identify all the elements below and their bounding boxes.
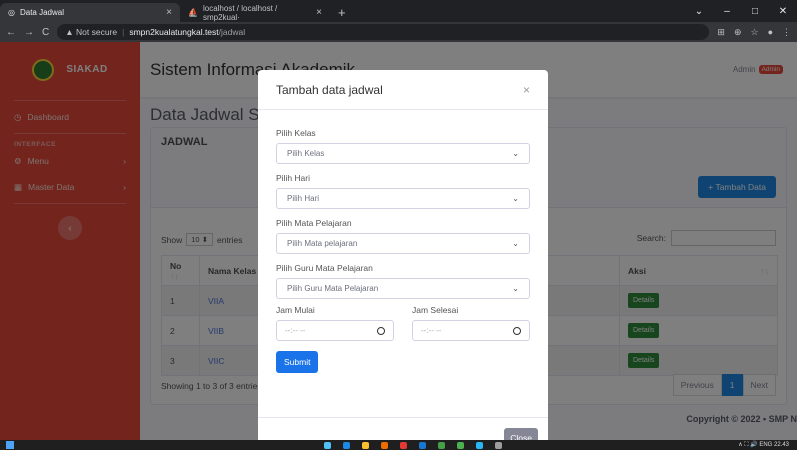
app-icon[interactable] — [343, 441, 350, 449]
tab-title: localhost / localhost / smp2kual· — [202, 3, 278, 22]
guru-select-value: Pilih Guru Mata Pelajaran — [287, 284, 379, 293]
hari-select-value: Pilih Hari — [287, 194, 320, 203]
maximize-icon[interactable]: □ — [741, 6, 769, 17]
window-controls: ⌄ – □ ✕ — [685, 0, 797, 22]
add-schedule-modal: Tambah data jadwal × Pilih Kelas Pilih K… — [258, 70, 548, 440]
jam-mulai-label: Jam Mulai — [276, 305, 315, 315]
app-icon[interactable] — [381, 441, 388, 449]
clock-icon[interactable] — [377, 326, 385, 335]
close-icon[interactable]: × — [523, 83, 530, 97]
url-path: /jadwal — [218, 27, 246, 37]
url-input[interactable]: ▲ Not secure | smpn2kualatungkal.test/ja… — [57, 24, 710, 40]
menu-kebab-icon[interactable]: ⋮ — [782, 27, 791, 38]
system-tray[interactable]: ∧ ⛶ 🔊 ENG 22.43 — [738, 441, 789, 449]
share-icon[interactable]: ⊕ — [734, 27, 742, 38]
forward-icon[interactable]: → — [24, 27, 34, 38]
jam-mulai-group: Jam Mulai --:-- -- — [276, 299, 394, 341]
jam-selesai-input[interactable]: --:-- -- — [412, 320, 530, 341]
chevron-down-icon: ⌄ — [512, 284, 519, 293]
star-icon[interactable]: ☆ — [750, 27, 758, 38]
reload-icon[interactable]: C — [42, 27, 49, 38]
modal-header: Tambah data jadwal × — [258, 70, 548, 110]
modal-title: Tambah data jadwal — [276, 82, 383, 97]
modal-body: Pilih Kelas Pilih Kelas ⌄ Pilih Hari Pil… — [258, 110, 548, 373]
jam-mulai-input[interactable]: --:-- -- — [276, 320, 394, 341]
hari-select[interactable]: Pilih Hari ⌄ — [276, 188, 530, 209]
tab-close-icon[interactable]: × — [316, 7, 322, 18]
globe-icon: ◎ — [8, 8, 15, 17]
jam-selesai-group: Jam Selesai --:-- -- — [412, 299, 530, 341]
clock-icon[interactable] — [513, 326, 521, 335]
toolbar-icons: ⊞ ⊕ ☆ ● ⋮ — [717, 27, 791, 38]
app-icon[interactable] — [476, 441, 483, 449]
jam-mulai-value: --:-- -- — [285, 326, 306, 335]
kelas-select-value: Pilih Kelas — [287, 149, 325, 158]
hari-label: Pilih Hari — [276, 173, 311, 183]
app-icon[interactable] — [324, 441, 331, 449]
not-secure-indicator[interactable]: ▲ Not secure — [65, 27, 117, 37]
windows-taskbar: ∧ ⛶ 🔊 ENG 22.43 — [0, 440, 797, 450]
tab-data-jadwal[interactable]: ◎ Data Jadwal × — [0, 3, 180, 22]
mapel-label: Pilih Mata Pelajaran — [276, 218, 352, 228]
new-tab-button[interactable]: + — [330, 3, 354, 22]
modal-footer: Close — [258, 417, 548, 440]
app-icon[interactable] — [438, 441, 445, 449]
app-icon[interactable] — [419, 441, 426, 449]
tab-search-icon[interactable]: ⌄ — [685, 6, 713, 17]
tab-close-icon[interactable]: × — [166, 7, 172, 18]
chevron-down-icon: ⌄ — [512, 194, 519, 203]
guru-select[interactable]: Pilih Guru Mata Pelajaran ⌄ — [276, 278, 530, 299]
chrome-icon[interactable] — [457, 441, 464, 449]
jam-selesai-label: Jam Selesai — [412, 305, 459, 315]
guru-label: Pilih Guru Mata Pelajaran — [276, 263, 373, 273]
close-window-icon[interactable]: ✕ — [769, 6, 797, 17]
kelas-select[interactable]: Pilih Kelas ⌄ — [276, 143, 530, 164]
folder-icon[interactable] — [362, 441, 369, 449]
windows-start-icon[interactable] — [6, 441, 14, 449]
time-row: Jam Mulai --:-- -- Jam Selesai --:-- -- — [276, 299, 530, 341]
profile-icon[interactable]: ● — [768, 27, 773, 38]
kelas-label: Pilih Kelas — [276, 128, 316, 138]
browser-tab-bar: ◎ Data Jadwal × ⛵ localhost / localhost … — [0, 0, 797, 22]
url-host: smpn2kualatungkal.test — [129, 27, 219, 37]
chevron-down-icon: ⌄ — [512, 239, 519, 248]
taskbar-apps — [324, 441, 502, 449]
app-icon[interactable] — [400, 441, 407, 449]
address-bar: ← → C ▲ Not secure | smpn2kualatungkal.t… — [0, 22, 797, 42]
jam-selesai-value: --:-- -- — [421, 326, 442, 335]
web-page: SIAKAD ◷ Dashboard INTERFACE ⚙ Menu › ▦ … — [0, 42, 797, 440]
chevron-down-icon: ⌄ — [512, 149, 519, 158]
mapel-select-value: Pilih Mata pelajaran — [287, 239, 358, 248]
tab-title: Data Jadwal — [19, 8, 65, 17]
app-icon[interactable] — [495, 441, 502, 449]
install-icon[interactable]: ⊞ — [717, 27, 725, 38]
minimize-icon[interactable]: – — [713, 6, 741, 17]
phpmyadmin-icon: ⛵ — [188, 8, 198, 17]
mapel-select[interactable]: Pilih Mata pelajaran ⌄ — [276, 233, 530, 254]
back-icon[interactable]: ← — [6, 27, 16, 38]
tab-phpmyadmin[interactable]: ⛵ localhost / localhost / smp2kual· × — [180, 3, 330, 22]
close-button[interactable]: Close — [504, 428, 538, 440]
submit-button[interactable]: Submit — [276, 351, 319, 373]
